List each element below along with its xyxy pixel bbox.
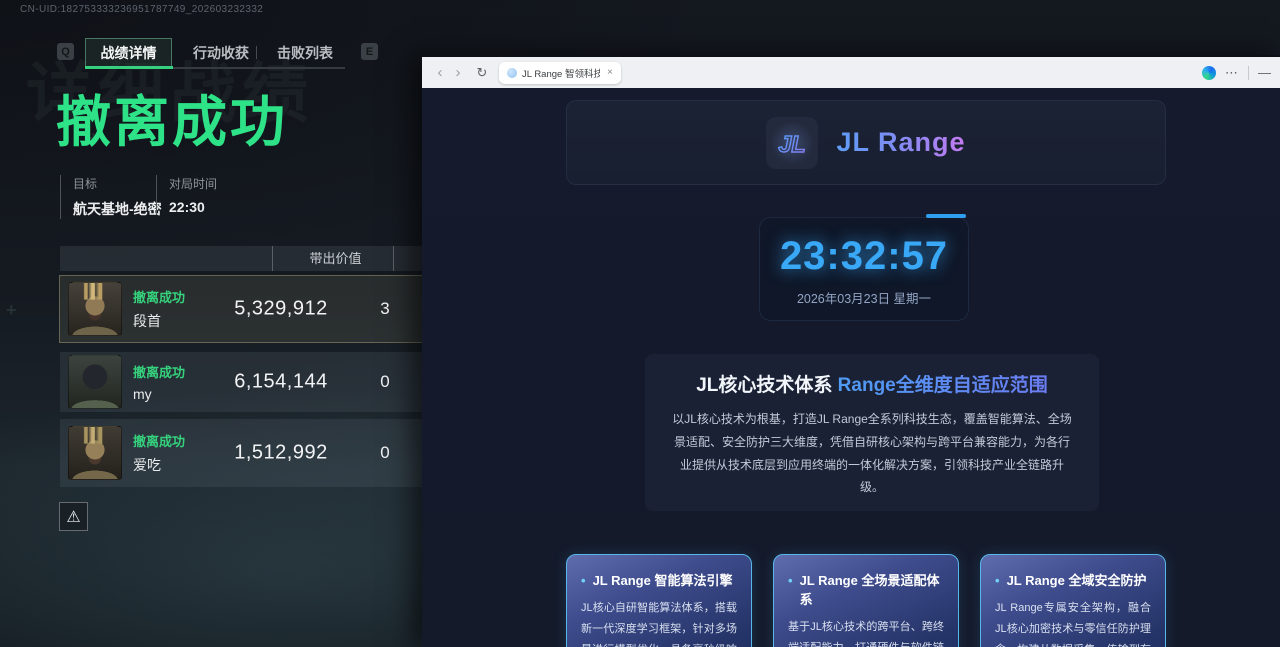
kill-count: 0: [355, 443, 415, 463]
extracted-value: 5,329,912: [206, 298, 356, 321]
avatar: [68, 426, 122, 480]
player-name: 爱吃: [133, 455, 185, 475]
player-name: my: [133, 386, 185, 402]
browser-tab-title: JL Range 智领科技新...: [522, 66, 600, 80]
meta-label: 对局时间: [169, 175, 217, 192]
column-header-value: 带出价值: [272, 246, 392, 271]
active-tab-underline: [85, 66, 173, 69]
kill-count: 3: [355, 299, 415, 319]
toolbar-divider: [1248, 66, 1249, 80]
forward-icon[interactable]: ›: [449, 64, 467, 81]
decor-plus-icon: +: [6, 300, 17, 321]
clock-date: 2026年03月23日 星期一: [760, 288, 968, 307]
avatar: [68, 355, 122, 409]
close-tab-icon[interactable]: ×: [607, 67, 613, 78]
feature-card-title: • JL Range 智能算法引擎: [581, 570, 737, 589]
bullet-icon: •: [581, 573, 586, 588]
meta-duration: 对局时间 22:30: [156, 175, 217, 215]
feature-card-title: • JL Range 全域安全防护: [995, 570, 1151, 589]
feature-card-adaptation: • JL Range 全场景适配体系 基于JL核心技术的跨平台、跨终端适配能力，…: [773, 554, 959, 647]
browser-tab[interactable]: JL Range 智领科技新... ×: [499, 62, 621, 84]
meta-objective: 目标 航天基地-绝密: [60, 175, 162, 219]
browser-toolbar: ‹ › ↻ JL Range 智领科技新... × ⋯ —: [422, 57, 1280, 88]
bullet-icon: •: [788, 573, 793, 588]
browser-window: ‹ › ↻ JL Range 智领科技新... × ⋯ —: [422, 55, 1280, 647]
extracted-value: 1,512,992: [206, 442, 356, 465]
clock-card: 23:32:57 2026年03月23日 星期一: [759, 217, 969, 321]
svg-text:JL: JL: [779, 131, 806, 157]
section-title-main: JL核心技术体系: [696, 375, 832, 396]
clock-accent-bar: [926, 214, 966, 218]
clock-time: 23:32:57: [760, 234, 968, 279]
tab-underline: [173, 67, 345, 69]
meta-label: 目标: [73, 175, 162, 192]
kill-count: 0: [355, 372, 415, 392]
brand-header: JL JL Range: [566, 100, 1166, 185]
tab-battle-details[interactable]: 战绩详情: [85, 38, 172, 67]
warning-button[interactable]: ⚠: [59, 502, 88, 531]
section-title: JL核心技术体系 Range全维度自适应范围: [671, 370, 1073, 397]
meta-value: 22:30: [169, 199, 217, 215]
feature-card-body: 基于JL核心技术的跨平台、跨终端适配能力，打通硬件与软件链路，实现从移动端到工业…: [788, 617, 944, 647]
section-body: 以JL核心技术为根基，打造JL Range全系列科技生态，覆盖智能算法、全场景适…: [671, 408, 1073, 499]
favicon: [507, 68, 517, 78]
status-badge: 撤离成功: [133, 362, 185, 381]
key-hint-e: E: [361, 43, 378, 60]
minimize-icon[interactable]: —: [1258, 65, 1271, 80]
section-intro: JL核心技术体系 Range全维度自适应范围 以JL核心技术为根基，打造JL R…: [645, 354, 1099, 511]
result-title: 撤离成功: [56, 92, 288, 153]
player-name: 段首: [133, 311, 185, 331]
meta-value: 航天基地-绝密: [73, 199, 162, 219]
feature-card-algorithm: • JL Range 智能算法引擎 JL核心自研智能算法体系，搭载新一代深度学习…: [566, 554, 752, 647]
tab-action-gains[interactable]: 行动收获: [178, 38, 264, 67]
tab-kill-list[interactable]: 击败列表: [262, 38, 348, 67]
feature-card-title: • JL Range 全场景适配体系: [788, 570, 944, 608]
refresh-icon[interactable]: ↻: [473, 65, 491, 81]
key-hint-q: Q: [57, 43, 74, 60]
edge-browser-icon: [1202, 66, 1216, 80]
menu-dots-icon[interactable]: ⋯: [1225, 65, 1239, 81]
feature-card-body: JL核心自研智能算法体系，搭载新一代深度学习框架，针对多场景进行模型优化，具备毫…: [581, 598, 737, 647]
jl-logo-icon: JL: [766, 117, 818, 169]
status-badge: 撤离成功: [133, 287, 185, 306]
tab-divider: [256, 46, 257, 59]
warning-icon: ⚠: [66, 507, 80, 527]
status-badge: 撤离成功: [133, 431, 185, 450]
player-uid: CN-UID:182753333236951787749_20260323233…: [20, 4, 263, 15]
avatar: [68, 282, 122, 336]
feature-card-body: JL Range专属安全架构，融合JL核心加密技术与零信任防护理念，构建从数据采…: [995, 598, 1151, 647]
web-page: JL JL Range 23:32:57 2026年03月23日 星期一 JL核…: [422, 88, 1280, 647]
brand-title: JL Range: [836, 127, 965, 158]
screen: CN-UID:182753333236951787749_20260323233…: [0, 0, 1280, 647]
extracted-value: 6,154,144: [206, 371, 356, 394]
bullet-icon: •: [995, 573, 1000, 588]
back-icon[interactable]: ‹: [431, 64, 449, 81]
feature-card-security: • JL Range 全域安全防护 JL Range专属安全架构，融合JL核心加…: [980, 554, 1166, 647]
section-title-accent: Range全维度自适应范围: [832, 375, 1047, 396]
